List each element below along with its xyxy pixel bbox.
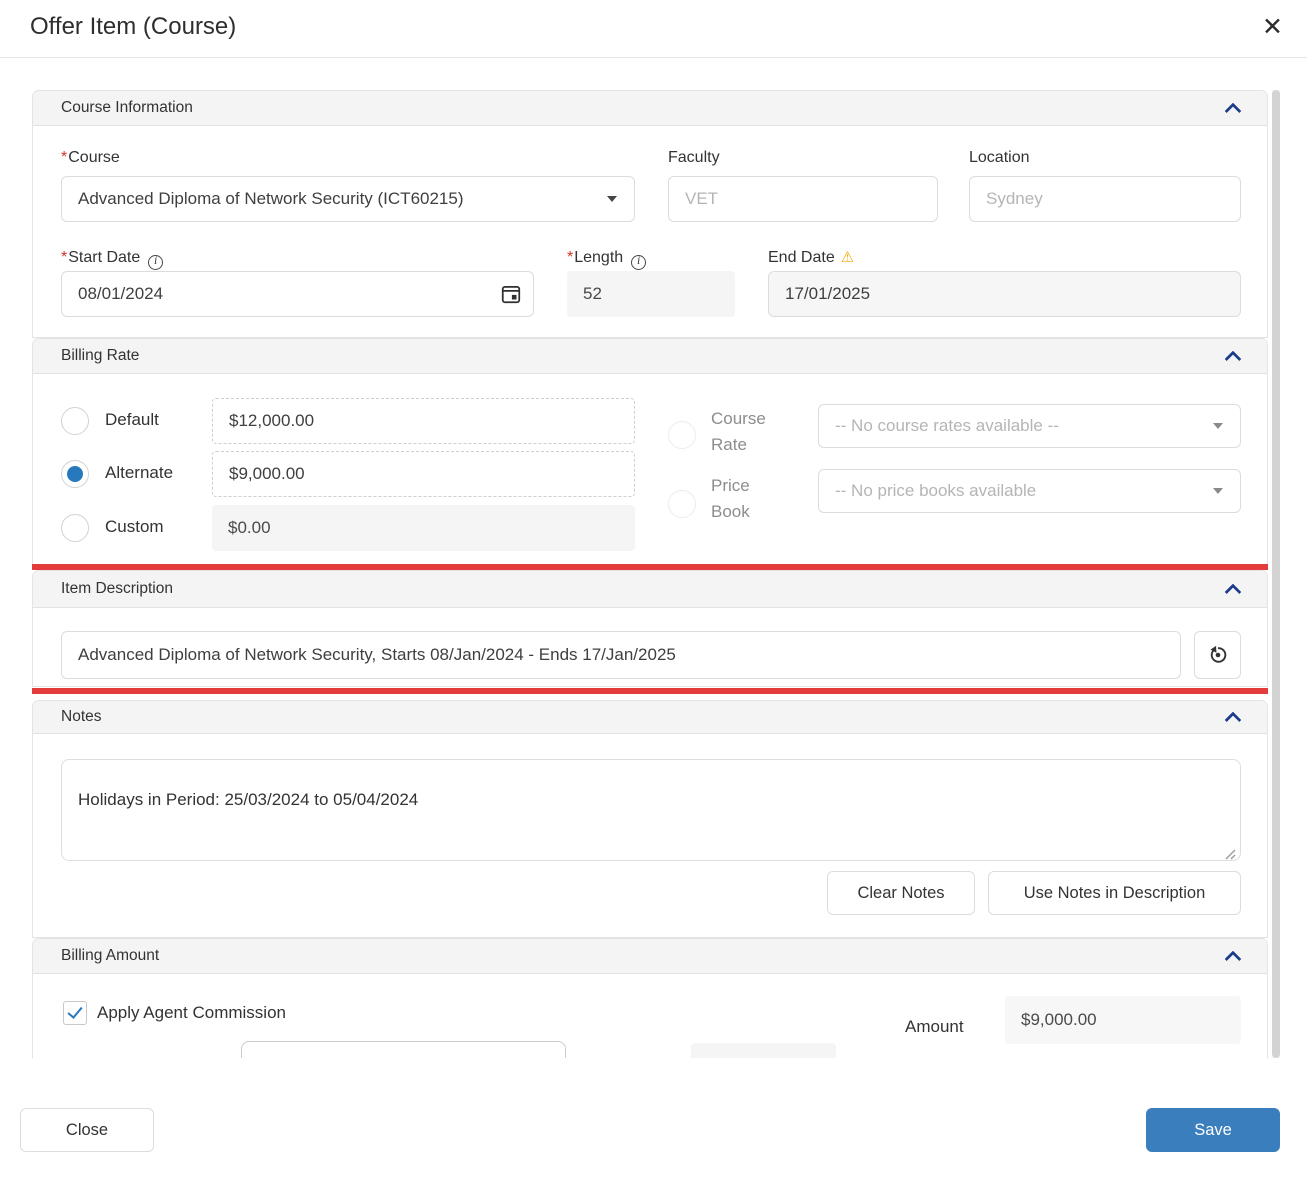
start-date-wrapper xyxy=(61,271,534,317)
chevron-up-icon[interactable] xyxy=(1225,711,1242,728)
faculty-field[interactable] xyxy=(668,176,938,222)
amount-label: Amount xyxy=(905,1017,964,1037)
course-select-value: Advanced Diploma of Network Security (IC… xyxy=(78,189,464,209)
apply-agent-commission-label: Apply Agent Commission xyxy=(97,1003,286,1023)
scrollbar-thumb[interactable] xyxy=(1272,90,1280,1058)
start-date-label: *Start Datei xyxy=(61,248,163,268)
radio-course-rate[interactable] xyxy=(668,421,696,449)
item-description-title: Item Description xyxy=(61,580,173,598)
page-title: Offer Item (Course) xyxy=(30,13,236,41)
item-description-field[interactable] xyxy=(61,631,1181,679)
header-divider xyxy=(0,57,1307,58)
reset-icon xyxy=(1207,644,1229,666)
partial-field xyxy=(691,1043,836,1058)
checkmark-icon xyxy=(67,1003,82,1019)
warning-icon: ⚠ xyxy=(841,249,854,266)
info-icon: i xyxy=(631,255,646,270)
start-date-field[interactable] xyxy=(61,271,534,317)
section-notes: Notes Holidays in Period: 25/03/2024 to … xyxy=(32,700,1268,938)
close-button[interactable]: Close xyxy=(20,1108,154,1152)
default-rate-field[interactable] xyxy=(212,398,635,444)
location-label: Location xyxy=(969,148,1030,168)
course-information-title: Course Information xyxy=(61,99,193,117)
course-select[interactable]: Advanced Diploma of Network Security (IC… xyxy=(61,176,635,222)
required-marker: * xyxy=(567,249,573,266)
length-field[interactable] xyxy=(567,271,735,317)
chevron-up-icon[interactable] xyxy=(1225,950,1242,967)
scrollbar[interactable] xyxy=(1272,90,1280,1058)
section-item-description: Item Description xyxy=(32,570,1268,687)
billing-amount-title: Billing Amount xyxy=(61,947,159,965)
billing-amount-header[interactable]: Billing Amount xyxy=(33,939,1267,974)
radio-alternate[interactable] xyxy=(61,460,89,488)
length-label: *Lengthi xyxy=(567,248,646,268)
course-label: *Course xyxy=(61,148,120,168)
use-notes-in-description-button[interactable]: Use Notes in Description xyxy=(988,871,1241,915)
price-book-label-line2: Book xyxy=(711,502,750,522)
required-marker: * xyxy=(61,149,67,166)
clear-notes-button[interactable]: Clear Notes xyxy=(827,871,975,915)
section-billing-amount: Billing Amount Apply Agent Commission Am… xyxy=(32,938,1268,1058)
course-rate-select[interactable]: -- No course rates available -- xyxy=(818,404,1241,448)
custom-rate-field[interactable] xyxy=(212,505,635,551)
chevron-up-icon[interactable] xyxy=(1225,350,1242,367)
price-book-label-line1: Price xyxy=(711,476,750,496)
radio-custom-label: Custom xyxy=(105,517,164,537)
reset-description-button[interactable] xyxy=(1194,631,1241,679)
end-date-field[interactable] xyxy=(768,271,1241,317)
radio-custom[interactable] xyxy=(61,514,89,542)
radio-default[interactable] xyxy=(61,407,89,435)
save-button[interactable]: Save xyxy=(1146,1108,1280,1152)
apply-agent-commission-checkbox[interactable] xyxy=(63,1001,87,1025)
course-information-header[interactable]: Course Information xyxy=(33,91,1267,126)
radio-alternate-label: Alternate xyxy=(105,463,173,483)
resize-handle-icon[interactable] xyxy=(1225,847,1236,865)
billing-rate-title: Billing Rate xyxy=(61,347,139,365)
info-icon: i xyxy=(148,255,163,270)
caret-down-icon xyxy=(607,196,617,202)
course-rate-label-line2: Rate xyxy=(711,435,747,455)
close-icon[interactable]: ✕ xyxy=(1262,10,1283,44)
radio-price-book[interactable] xyxy=(668,490,696,518)
partial-input[interactable] xyxy=(241,1041,566,1058)
radio-default-label: Default xyxy=(105,410,159,430)
billing-rate-header[interactable]: Billing Rate xyxy=(33,339,1267,374)
caret-down-icon xyxy=(1213,488,1223,494)
modal-body: Course Information *Course Advanced Dipl… xyxy=(32,90,1268,1058)
course-rate-select-value: -- No course rates available -- xyxy=(835,416,1059,436)
amount-field[interactable] xyxy=(1005,996,1241,1044)
chevron-up-icon[interactable] xyxy=(1225,102,1242,119)
course-rate-label-line1: Course xyxy=(711,409,766,429)
chevron-up-icon[interactable] xyxy=(1225,583,1242,600)
notes-title: Notes xyxy=(61,708,102,726)
calendar-icon[interactable] xyxy=(500,283,522,305)
section-billing-rate: Billing Rate Default Alternate Custom Co… xyxy=(32,338,1268,565)
end-date-label: End Date⚠ xyxy=(768,248,854,268)
price-book-select[interactable]: -- No price books available xyxy=(818,469,1241,513)
location-field[interactable] xyxy=(969,176,1241,222)
notes-header[interactable]: Notes xyxy=(33,701,1267,734)
required-marker: * xyxy=(61,249,67,266)
price-book-select-value: -- No price books available xyxy=(835,481,1036,501)
caret-down-icon xyxy=(1213,423,1223,429)
alternate-rate-field[interactable] xyxy=(212,451,635,497)
item-description-header[interactable]: Item Description xyxy=(33,571,1267,608)
notes-textarea[interactable]: Holidays in Period: 25/03/2024 to 05/04/… xyxy=(61,759,1241,861)
offer-item-modal: Offer Item (Course) ✕ Course Information… xyxy=(0,0,1307,1180)
faculty-label: Faculty xyxy=(668,148,720,168)
section-course-information: Course Information *Course Advanced Dipl… xyxy=(32,90,1268,338)
